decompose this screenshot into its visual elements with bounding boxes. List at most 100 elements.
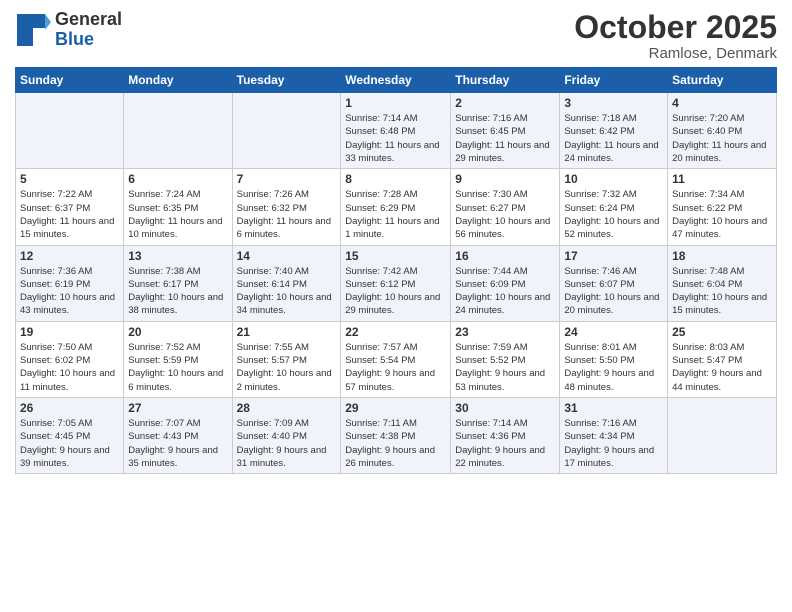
day-number: 5 [20,172,119,186]
day-info: Sunrise: 7:20 AM Sunset: 6:40 PM Dayligh… [672,112,772,165]
table-row [124,93,232,169]
day-number: 15 [345,249,446,263]
page-container: General Blue October 2025 Ramlose, Denma… [0,0,792,479]
day-info: Sunrise: 7:34 AM Sunset: 6:22 PM Dayligh… [672,188,772,241]
day-number: 11 [672,172,772,186]
day-info: Sunrise: 7:18 AM Sunset: 6:42 PM Dayligh… [564,112,663,165]
table-row: 7 Sunrise: 7:26 AM Sunset: 6:32 PM Daylig… [232,169,341,245]
table-row: 1 Sunrise: 7:14 AM Sunset: 6:48 PM Daylig… [341,93,451,169]
table-row [16,93,124,169]
day-number: 18 [672,249,772,263]
day-number: 4 [672,96,772,110]
col-monday: Monday [124,68,232,93]
day-number: 24 [564,325,663,339]
day-number: 29 [345,401,446,415]
day-info: Sunrise: 7:14 AM Sunset: 6:48 PM Dayligh… [345,112,446,165]
month-title: October 2025 [574,10,777,45]
table-row: 12Sunrise: 7:36 AM Sunset: 6:19 PM Dayli… [16,245,124,321]
table-row: 9 Sunrise: 7:30 AM Sunset: 6:27 PM Daylig… [451,169,560,245]
day-info: Sunrise: 7:26 AM Sunset: 6:32 PM Dayligh… [237,188,337,241]
day-info: Sunrise: 8:01 AM Sunset: 5:50 PM Dayligh… [564,341,663,394]
day-info: Sunrise: 7:50 AM Sunset: 6:02 PM Dayligh… [20,341,119,394]
logo: General Blue [15,10,122,50]
day-number: 3 [564,96,663,110]
day-info: Sunrise: 7:16 AM Sunset: 6:45 PM Dayligh… [455,112,555,165]
day-info: Sunrise: 7:09 AM Sunset: 4:40 PM Dayligh… [237,417,337,470]
table-row: 18 Sunrise: 7:48 AM Sunset: 6:04 PM Dayli… [668,245,777,321]
day-number: 22 [345,325,446,339]
table-row: 21Sunrise: 7:55 AM Sunset: 5:57 PM Dayli… [232,321,341,397]
day-info: Sunrise: 7:48 AM Sunset: 6:04 PM Dayligh… [672,265,772,318]
table-row: 31 Sunrise: 7:16 AM Sunset: 4:34 PM Dayli… [560,397,668,473]
day-info: Sunrise: 7:40 AM Sunset: 6:14 PM Dayligh… [237,265,337,318]
day-info: Sunrise: 7:24 AM Sunset: 6:35 PM Dayligh… [128,188,227,241]
location: Ramlose, Denmark [574,45,777,62]
col-saturday: Saturday [668,68,777,93]
table-row: 27Sunrise: 7:07 AM Sunset: 4:43 PM Dayli… [124,397,232,473]
table-row: 14 Sunrise: 7:40 AM Sunset: 6:14 PM Dayli… [232,245,341,321]
table-row: 15 Sunrise: 7:42 AM Sunset: 6:12 PM Dayli… [341,245,451,321]
logo-text: General Blue [55,10,122,50]
day-number: 28 [237,401,337,415]
table-row: 28 Sunrise: 7:09 AM Sunset: 4:40 PM Dayli… [232,397,341,473]
day-info: Sunrise: 7:32 AM Sunset: 6:24 PM Dayligh… [564,188,663,241]
day-number: 6 [128,172,227,186]
day-number: 2 [455,96,555,110]
day-number: 16 [455,249,555,263]
day-number: 9 [455,172,555,186]
day-info: Sunrise: 7:22 AM Sunset: 6:37 PM Dayligh… [20,188,119,241]
table-row: 19 Sunrise: 7:50 AM Sunset: 6:02 PM Dayli… [16,321,124,397]
title-area: October 2025 Ramlose, Denmark [574,10,777,62]
table-row: 23 Sunrise: 7:59 AM Sunset: 5:52 PM Dayli… [451,321,560,397]
col-thursday: Thursday [451,68,560,93]
table-row: 6 Sunrise: 7:24 AM Sunset: 6:35 PM Daylig… [124,169,232,245]
day-info: Sunrise: 7:30 AM Sunset: 6:27 PM Dayligh… [455,188,555,241]
day-info: Sunrise: 7:46 AM Sunset: 6:07 PM Dayligh… [564,265,663,318]
day-info: Sunrise: 8:03 AM Sunset: 5:47 PM Dayligh… [672,341,772,394]
table-row: 22 Sunrise: 7:57 AM Sunset: 5:54 PM Dayli… [341,321,451,397]
header: General Blue October 2025 Ramlose, Denma… [15,10,777,62]
day-info: Sunrise: 7:05 AM Sunset: 4:45 PM Dayligh… [20,417,119,470]
day-number: 10 [564,172,663,186]
day-number: 23 [455,325,555,339]
table-row: 29Sunrise: 7:11 AM Sunset: 4:38 PM Dayli… [341,397,451,473]
day-number: 19 [20,325,119,339]
col-sunday: Sunday [16,68,124,93]
table-row: 26 Sunrise: 7:05 AM Sunset: 4:45 PM Dayli… [16,397,124,473]
day-info: Sunrise: 7:42 AM Sunset: 6:12 PM Dayligh… [345,265,446,318]
day-info: Sunrise: 7:52 AM Sunset: 5:59 PM Dayligh… [128,341,227,394]
table-row: 3 Sunrise: 7:18 AM Sunset: 6:42 PM Daylig… [560,93,668,169]
day-info: Sunrise: 7:44 AM Sunset: 6:09 PM Dayligh… [455,265,555,318]
col-tuesday: Tuesday [232,68,341,93]
day-number: 1 [345,96,446,110]
day-number: 8 [345,172,446,186]
day-number: 20 [128,325,227,339]
calendar-header-row: Sunday Monday Tuesday Wednesday Thursday… [16,68,777,93]
day-number: 27 [128,401,227,415]
day-number: 26 [20,401,119,415]
table-row: 2 Sunrise: 7:16 AM Sunset: 6:45 PM Daylig… [451,93,560,169]
day-number: 14 [237,249,337,263]
logo-blue: Blue [55,30,122,50]
table-row: 11 Sunrise: 7:34 AM Sunset: 6:22 PM Dayli… [668,169,777,245]
table-row: 4 Sunrise: 7:20 AM Sunset: 6:40 PM Daylig… [668,93,777,169]
table-row: 17 Sunrise: 7:46 AM Sunset: 6:07 PM Dayli… [560,245,668,321]
day-number: 25 [672,325,772,339]
table-row: 24 Sunrise: 8:01 AM Sunset: 5:50 PM Dayli… [560,321,668,397]
table-row [668,397,777,473]
col-friday: Friday [560,68,668,93]
day-info: Sunrise: 7:57 AM Sunset: 5:54 PM Dayligh… [345,341,446,394]
table-row [232,93,341,169]
table-row: 8Sunrise: 7:28 AM Sunset: 6:29 PM Daylig… [341,169,451,245]
calendar: Sunday Monday Tuesday Wednesday Thursday… [15,67,777,474]
day-info: Sunrise: 7:16 AM Sunset: 4:34 PM Dayligh… [564,417,663,470]
table-row: 13Sunrise: 7:38 AM Sunset: 6:17 PM Dayli… [124,245,232,321]
day-number: 7 [237,172,337,186]
day-info: Sunrise: 7:59 AM Sunset: 5:52 PM Dayligh… [455,341,555,394]
day-info: Sunrise: 7:14 AM Sunset: 4:36 PM Dayligh… [455,417,555,470]
day-info: Sunrise: 7:38 AM Sunset: 6:17 PM Dayligh… [128,265,227,318]
day-number: 31 [564,401,663,415]
logo-general: General [55,10,122,30]
table-row: 20 Sunrise: 7:52 AM Sunset: 5:59 PM Dayli… [124,321,232,397]
day-number: 17 [564,249,663,263]
